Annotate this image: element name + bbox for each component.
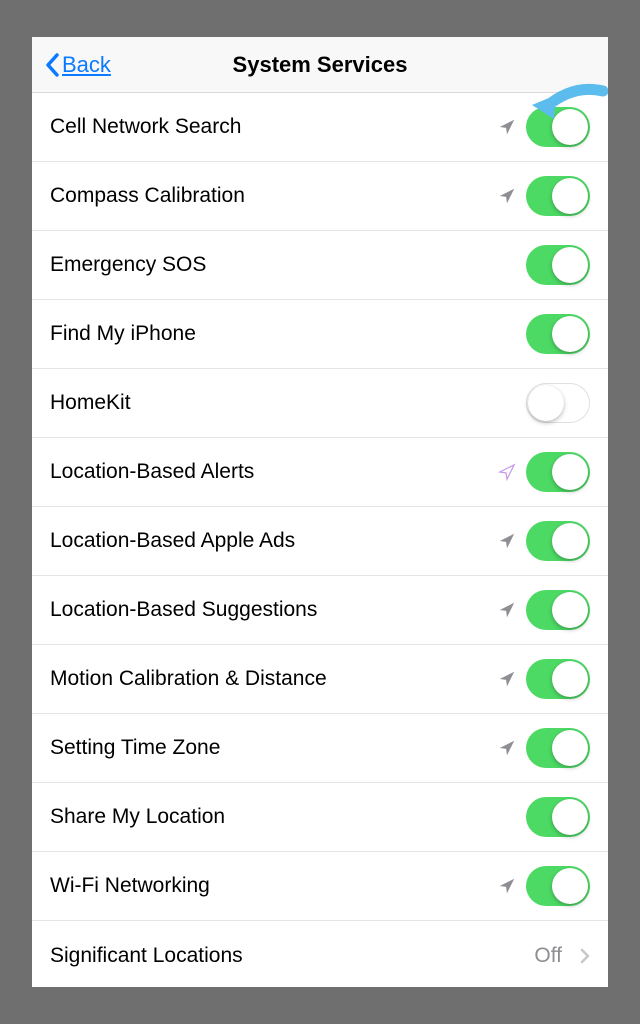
row-accessories	[526, 245, 590, 285]
location-arrow-icon	[498, 670, 516, 688]
settings-row: Motion Calibration & Distance	[32, 645, 608, 714]
row-accessories	[498, 659, 590, 699]
row-label: Compass Calibration	[50, 184, 245, 208]
toggle-knob	[552, 523, 588, 559]
chevron-left-icon	[44, 53, 60, 77]
row-label: Motion Calibration & Distance	[50, 667, 327, 691]
row-accessories	[498, 452, 590, 492]
location-arrow-icon	[498, 118, 516, 136]
settings-row: HomeKit	[32, 369, 608, 438]
toggle-switch[interactable]	[526, 590, 590, 630]
row-label: Cell Network Search	[50, 115, 241, 139]
settings-row: Find My iPhone	[32, 300, 608, 369]
toggle-switch[interactable]	[526, 176, 590, 216]
row-label: Emergency SOS	[50, 253, 206, 277]
back-button[interactable]: Back	[44, 52, 111, 78]
toggle-knob	[552, 730, 588, 766]
row-accessories	[526, 797, 590, 837]
location-arrow-icon	[498, 601, 516, 619]
row-label: Find My iPhone	[50, 322, 196, 346]
toggle-switch[interactable]	[526, 521, 590, 561]
row-label: Share My Location	[50, 805, 225, 829]
settings-row: Wi-Fi Networking	[32, 852, 608, 921]
toggle-knob	[552, 109, 588, 145]
toggle-knob	[552, 178, 588, 214]
toggle-knob	[552, 661, 588, 697]
row-accessories	[498, 176, 590, 216]
settings-list: Cell Network Search Compass Calibration Em…	[32, 93, 608, 987]
settings-row: Setting Time Zone	[32, 714, 608, 783]
toggle-switch[interactable]	[526, 452, 590, 492]
row-label: HomeKit	[50, 391, 131, 415]
row-accessories: Off	[534, 944, 590, 968]
row-label: Location-Based Apple Ads	[50, 529, 295, 553]
location-arrow-icon	[498, 739, 516, 757]
significant-locations-row[interactable]: Significant Locations Off	[32, 921, 608, 987]
settings-row: Location-Based Apple Ads	[32, 507, 608, 576]
toggle-switch[interactable]	[526, 245, 590, 285]
row-accessories	[526, 383, 590, 423]
toggle-knob	[552, 799, 588, 835]
settings-row: Share My Location	[32, 783, 608, 852]
row-accessories	[498, 590, 590, 630]
location-arrow-icon	[498, 877, 516, 895]
location-arrow-outline-icon	[498, 463, 516, 481]
toggle-switch[interactable]	[526, 659, 590, 699]
toggle-switch[interactable]	[526, 797, 590, 837]
row-accessories	[498, 866, 590, 906]
settings-panel: Back System Services Cell Network Search…	[32, 37, 608, 987]
row-label: Wi-Fi Networking	[50, 874, 210, 898]
row-label: Setting Time Zone	[50, 736, 220, 760]
settings-row: Location-Based Suggestions	[32, 576, 608, 645]
row-accessories	[526, 314, 590, 354]
settings-row: Emergency SOS	[32, 231, 608, 300]
toggle-switch[interactable]	[526, 383, 590, 423]
row-label: Location-Based Suggestions	[50, 598, 317, 622]
page-title: System Services	[233, 52, 408, 78]
toggle-switch[interactable]	[526, 314, 590, 354]
row-value: Off	[534, 944, 562, 968]
toggle-knob	[552, 592, 588, 628]
toggle-knob	[552, 316, 588, 352]
row-accessories	[498, 107, 590, 147]
settings-row: Location-Based Alerts	[32, 438, 608, 507]
toggle-knob	[528, 385, 564, 421]
toggle-knob	[552, 454, 588, 490]
settings-row: Cell Network Search	[32, 93, 608, 162]
row-label: Significant Locations	[50, 944, 243, 968]
toggle-switch[interactable]	[526, 107, 590, 147]
settings-row: Compass Calibration	[32, 162, 608, 231]
nav-bar: Back System Services	[32, 37, 608, 93]
toggle-switch[interactable]	[526, 728, 590, 768]
toggle-switch[interactable]	[526, 866, 590, 906]
row-accessories	[498, 728, 590, 768]
toggle-knob	[552, 868, 588, 904]
location-arrow-icon	[498, 187, 516, 205]
chevron-right-icon	[580, 948, 590, 964]
row-label: Location-Based Alerts	[50, 460, 254, 484]
location-arrow-icon	[498, 532, 516, 550]
back-label: Back	[62, 52, 111, 78]
row-accessories	[498, 521, 590, 561]
toggle-knob	[552, 247, 588, 283]
